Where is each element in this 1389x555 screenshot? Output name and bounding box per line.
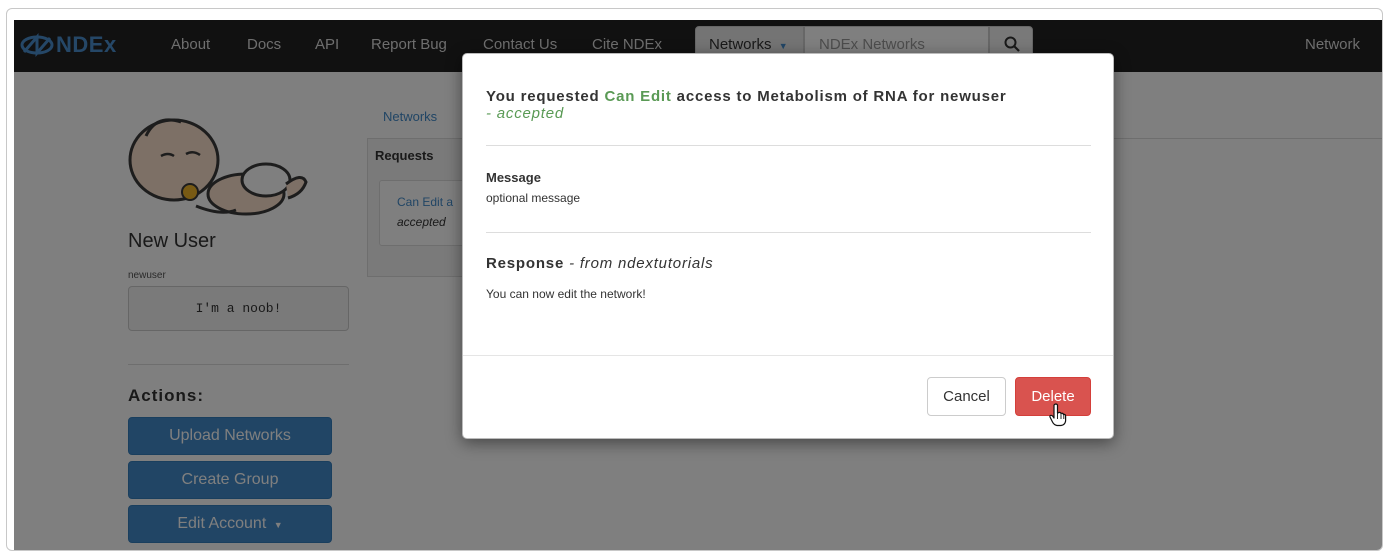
- request-details-modal: You requested Can Edit access to Metabol…: [462, 53, 1114, 439]
- modal-permission: Can Edit: [604, 88, 672, 105]
- response-heading: Response - from ndextutorials: [486, 255, 713, 272]
- response-from: - from ndextutorials: [569, 255, 714, 272]
- modal-title-suffix: access to Metabolism of RNA for newuser: [676, 88, 1007, 105]
- hand-cursor-icon: [1049, 403, 1067, 427]
- modal-divider: [486, 232, 1091, 233]
- modal-title-prefix: You requested: [486, 88, 600, 105]
- response-text: You can now edit the network!: [486, 287, 646, 301]
- modal-divider: [486, 145, 1091, 146]
- modal-title: You requested Can Edit access to Metabol…: [486, 88, 1086, 105]
- response-label: Response: [486, 255, 565, 272]
- modal-status: - accepted: [486, 105, 565, 122]
- message-text: optional message: [486, 191, 581, 205]
- modal-footer-divider: [463, 355, 1113, 356]
- cancel-button[interactable]: Cancel: [927, 377, 1006, 416]
- page: NDEx About Docs API Report Bug Contact U…: [14, 20, 1382, 550]
- message-label: Message: [486, 170, 541, 185]
- browser-frame: NDEx About Docs API Report Bug Contact U…: [6, 8, 1383, 551]
